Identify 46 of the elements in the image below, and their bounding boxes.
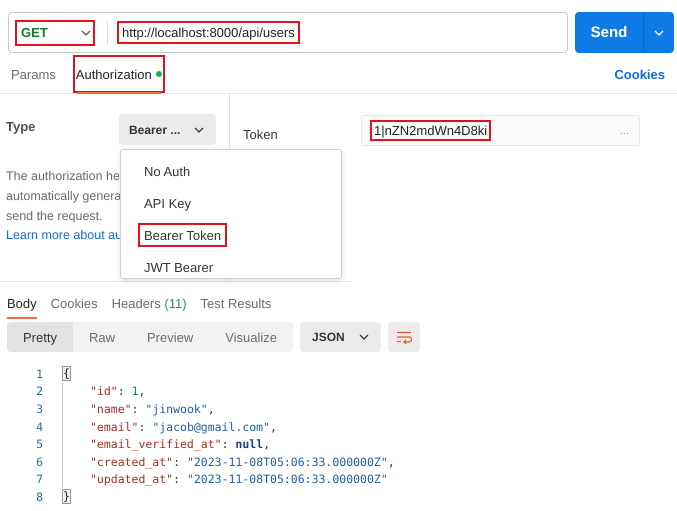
code-line: "name": "jinwook", bbox=[62, 400, 215, 418]
code-line: "id": 1, bbox=[62, 382, 146, 400]
tab[interactable]: Cookies bbox=[50, 287, 98, 319]
line-number: 7 bbox=[35, 472, 43, 486]
token-field[interactable]: 1|nZN2mdWn4D8ki ... bbox=[361, 115, 640, 146]
cookies-link[interactable]: Cookies bbox=[614, 66, 665, 82]
tab[interactable]: Test Results bbox=[200, 287, 272, 319]
line-number: 4 bbox=[35, 420, 43, 434]
type-label: Type bbox=[6, 118, 36, 134]
chevron-down-icon bbox=[358, 334, 369, 340]
wrap-lines-icon bbox=[396, 330, 412, 344]
view-mode-tab[interactable]: Preview bbox=[130, 322, 210, 352]
menu-item[interactable]: Bearer Token bbox=[138, 223, 228, 247]
wrap-lines-button[interactable] bbox=[388, 322, 420, 352]
token-label: Token bbox=[243, 126, 279, 144]
line-number: 5 bbox=[35, 437, 43, 452]
method-dropdown[interactable]: GET bbox=[15, 20, 95, 46]
view-mode-tab[interactable]: Visualize bbox=[209, 322, 294, 352]
description-text: The authorization he automatically genera send the request. bbox=[6, 168, 122, 225]
line-number: 3 bbox=[35, 402, 43, 416]
chevron-down-icon bbox=[81, 30, 91, 36]
token-value: 1|nZN2mdWn4D8ki bbox=[370, 120, 492, 141]
menu-item[interactable]: JWT Bearer bbox=[138, 255, 220, 278]
tab[interactable]: Body bbox=[7, 287, 37, 319]
line-number: 1 bbox=[35, 366, 43, 381]
menu-item[interactable]: API Key bbox=[138, 191, 197, 215]
more-text: ... bbox=[620, 124, 629, 136]
url-field[interactable]: http://localhost:8000/api/users bbox=[117, 21, 300, 44]
auth-type-dropdown[interactable]: Bearer ... bbox=[119, 114, 216, 145]
view-mode-tab[interactable]: Raw bbox=[72, 322, 131, 352]
send-button[interactable]: Send bbox=[575, 12, 643, 53]
line-number: 6 bbox=[35, 454, 43, 469]
line-number: 2 bbox=[35, 384, 43, 398]
code-line: "email_verified_at": null, bbox=[62, 435, 270, 453]
tab[interactable]: Authorization bbox=[72, 55, 165, 93]
line-number: 8 bbox=[35, 490, 43, 504]
code-line: "email": "jacob@gmail.com", bbox=[62, 418, 277, 436]
view-mode-tab[interactable]: Pretty bbox=[7, 322, 73, 352]
chevron-down-icon bbox=[194, 126, 204, 132]
tab[interactable]: Params bbox=[8, 55, 59, 93]
code-line: "updated_at": "2023-11-08T05:06:33.000000Z" bbox=[62, 470, 388, 488]
menu-item[interactable]: No Auth bbox=[138, 159, 196, 183]
code-line: "created_at": "2023-11-08T05:06:33.000000Z", bbox=[62, 452, 395, 471]
tab[interactable]: Headers (11) bbox=[112, 287, 187, 319]
chevron-down-icon bbox=[654, 30, 664, 36]
format-dropdown[interactable]: JSON bbox=[300, 322, 381, 352]
